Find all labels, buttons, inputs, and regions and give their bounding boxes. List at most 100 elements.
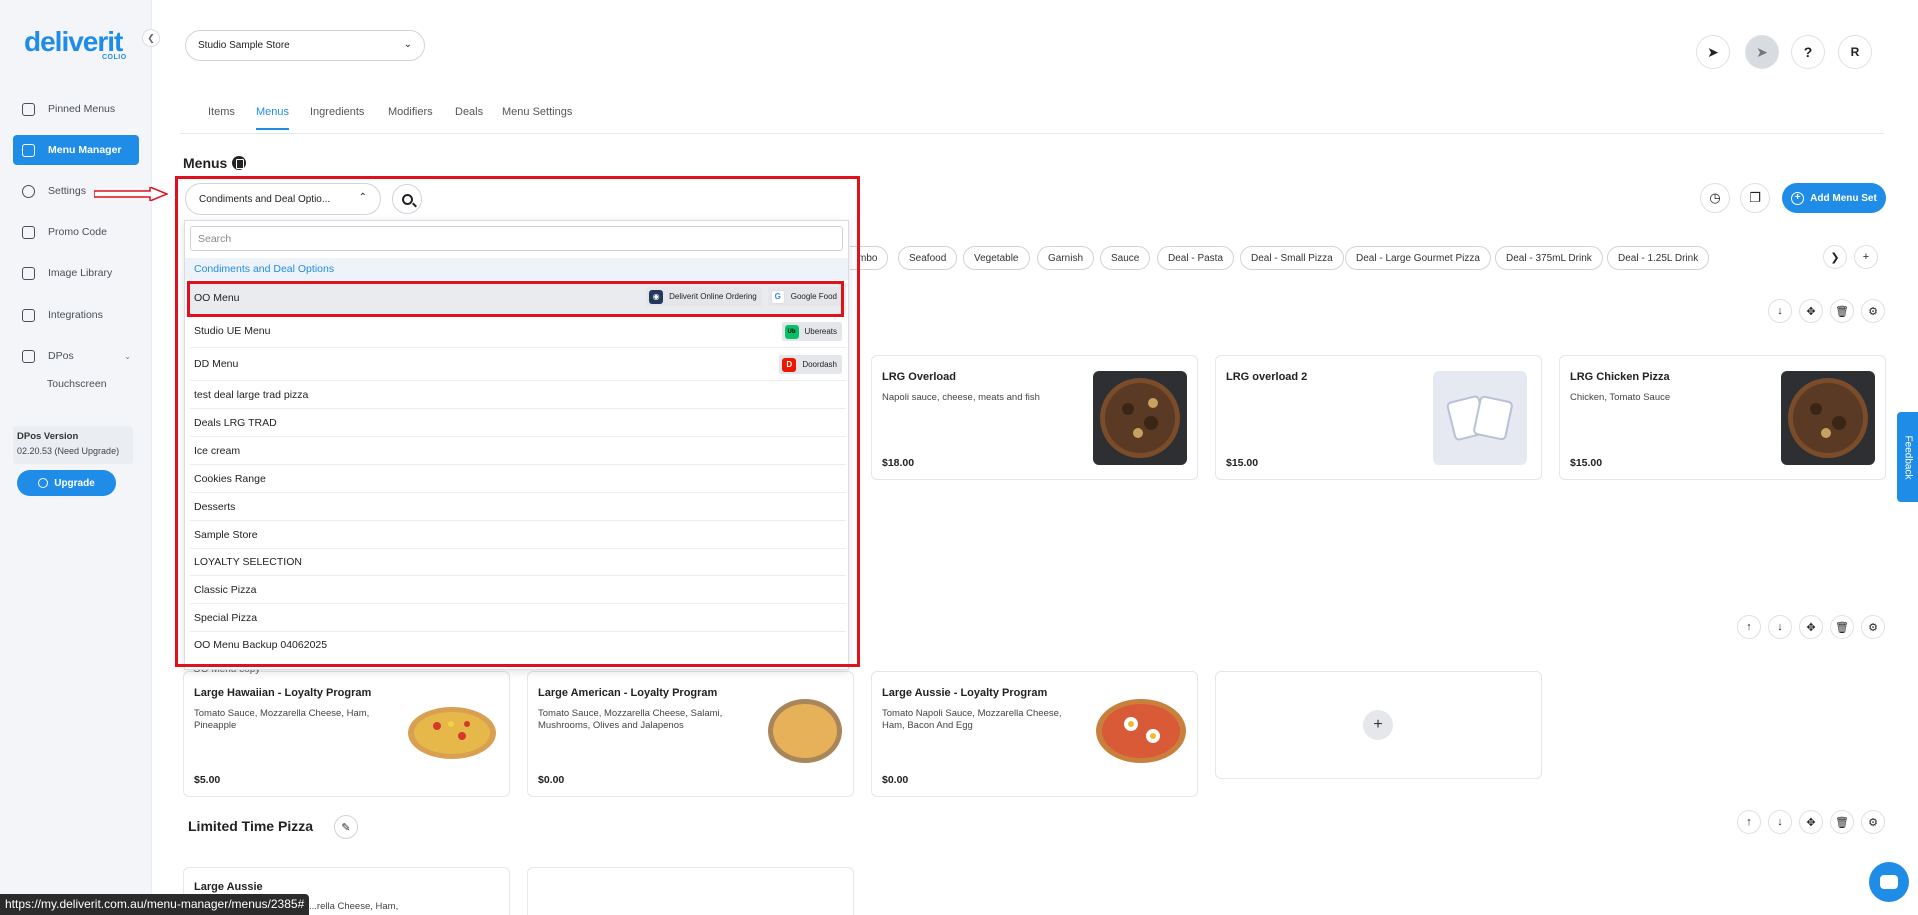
category-chip[interactable]: Sauce (1100, 246, 1151, 270)
version-value: 02.20.53 (Need Upgrade) (17, 446, 120, 456)
gear-icon[interactable]: ⚙ (1861, 299, 1885, 323)
add-item-card[interactable] (527, 867, 854, 915)
card-description: ...rella Cheese, Ham, (309, 901, 399, 912)
trash-icon[interactable]: 🗑 (1830, 810, 1854, 834)
category-chip[interactable]: Deal - 1.25L Drink (1607, 246, 1710, 270)
sidebar-item-touchscreen[interactable]: Touchscreen (47, 378, 107, 390)
move-up-icon[interactable]: ↑ (1737, 615, 1761, 639)
dropdown-option[interactable]: Sample Store (190, 521, 846, 549)
sidebar-item-pinned-menus[interactable]: Pinned Menus (13, 94, 139, 124)
menu-select[interactable]: Condiments and Deal Optio... ⌃ (185, 183, 381, 215)
integration-badges: ◉ Deliverit Online Ordering G Google Food (646, 287, 842, 306)
menu-item-card[interactable]: Large Hawaiian - Loyalty Program Tomato … (183, 671, 510, 797)
dropdown-option-studio-ue-menu[interactable]: Studio UE Menu Ub Ubereats (190, 315, 846, 348)
category-chip[interactable]: Deal - Small Pizza (1240, 246, 1344, 270)
gear-icon (22, 184, 35, 198)
badge-label: Ubereats (804, 327, 837, 336)
move-icon[interactable]: ✥ (1799, 299, 1823, 323)
upgrade-icon (38, 478, 49, 488)
dropdown-option[interactable]: Ice cream (190, 437, 846, 465)
add-menu-set-button[interactable]: + Add Menu Set (1782, 183, 1886, 213)
sidebar-collapse-button[interactable]: ❮ (142, 29, 160, 47)
category-chip[interactable]: Seafood (898, 246, 958, 270)
tab-items[interactable]: Items (208, 106, 235, 128)
search-button[interactable] (392, 184, 422, 214)
gear-icon[interactable]: ⚙ (1861, 615, 1885, 639)
avatar[interactable]: R (1838, 35, 1872, 69)
card-title: LRG Chicken Pizza (1570, 371, 1670, 383)
sidebar-item-menu-manager[interactable]: Menu Manager (13, 135, 139, 165)
bookmark-icon[interactable] (232, 156, 247, 170)
move-down-icon[interactable]: ↓ (1768, 299, 1792, 323)
help-button[interactable]: ? (1791, 35, 1825, 69)
move-icon[interactable]: ✥ (1799, 810, 1823, 834)
card-price: $5.00 (194, 774, 221, 786)
dropdown-option[interactable]: Classic Pizza (190, 576, 846, 604)
copy-icon[interactable]: ❐ (1740, 183, 1770, 213)
chevron-right-icon[interactable]: ❯ (1823, 245, 1847, 269)
trash-icon[interactable]: 🗑 (1830, 615, 1854, 639)
tab-ingredients[interactable]: Ingredients (310, 106, 364, 128)
category-chip[interactable]: Garnish (1037, 246, 1095, 270)
sidebar-item-promo-code[interactable]: Promo Code (13, 217, 139, 247)
image-icon (22, 266, 35, 280)
history-icon[interactable]: ◷ (1700, 183, 1730, 213)
pencil-icon[interactable]: ✎ (334, 815, 358, 839)
dropdown-option[interactable]: test deal large trad pizza (190, 381, 846, 409)
menu-search-input[interactable] (190, 226, 843, 251)
menu-item-card[interactable]: LRG overload 2 $15.00 (1215, 355, 1542, 480)
option-label: DD Menu (194, 358, 239, 370)
tab-menu-settings[interactable]: Menu Settings (502, 106, 572, 128)
store-select[interactable]: Studio Sample Store ⌄ (185, 30, 425, 61)
tab-modifiers[interactable]: Modifiers (388, 106, 433, 128)
gear-icon[interactable]: ⚙ (1861, 810, 1885, 834)
dropdown-option-dd-menu[interactable]: DD Menu D Doordash (190, 348, 846, 381)
upgrade-button[interactable]: Upgrade (17, 470, 116, 496)
launch-icon[interactable]: ➤ (1745, 35, 1779, 69)
menu-manager-tabs: Items Menus Ingredients Modifiers Deals … (180, 104, 1884, 134)
move-down-icon[interactable]: ↓ (1768, 615, 1792, 639)
add-category-button[interactable]: + (1854, 245, 1878, 269)
sidebar-item-dpos[interactable]: DPos ⌄ (13, 341, 139, 371)
card-description: Tomato Napoli Sauce, Mozzarella Cheese, … (882, 708, 1062, 731)
sidebar-item-label: DPos (48, 350, 74, 362)
chevron-down-icon: ⌄ (403, 39, 412, 50)
card-title: Large Aussie - Loyalty Program (882, 687, 1048, 699)
dropdown-option-oo-menu[interactable]: OO Menu ◉ Deliverit Online Ordering G Goog… (190, 283, 846, 314)
move-down-icon[interactable]: ↓ (1768, 810, 1792, 834)
dropdown-option[interactable]: Special Pizza (190, 604, 846, 632)
category-chip[interactable]: Deal - 375mL Drink (1495, 246, 1603, 270)
sidebar-item-integrations[interactable]: Integrations (13, 300, 139, 330)
plus-icon[interactable]: + (1363, 710, 1393, 740)
card-price: $0.00 (882, 774, 909, 786)
category-chip[interactable]: mbo (850, 246, 889, 270)
feedback-tab[interactable]: Feedback (1897, 412, 1918, 502)
tab-deals[interactable]: Deals (455, 106, 483, 128)
move-icon[interactable]: ✥ (1799, 615, 1823, 639)
dropdown-option[interactable]: Desserts (190, 493, 846, 521)
add-item-card[interactable]: + (1215, 671, 1542, 779)
pizza-image (1093, 371, 1187, 465)
menu-item-card[interactable]: LRG Overload Napoli sauce, cheese, meats… (871, 355, 1198, 480)
add-menu-set-label: Add Menu Set (1810, 192, 1877, 204)
category-chip[interactable]: Deal - Pasta (1157, 246, 1235, 270)
tab-menus[interactable]: Menus (256, 106, 290, 130)
card-price: $15.00 (1570, 457, 1603, 469)
dropdown-group-header[interactable]: Condiments and Deal Options (185, 258, 848, 280)
menu-item-card[interactable]: Large Aussie - Loyalty Program Tomato Na… (871, 671, 1198, 797)
chat-button[interactable] (1869, 862, 1909, 902)
dropdown-option[interactable]: OO Menu Backup 04062025 (190, 632, 846, 658)
category-chip[interactable]: Deal - Large Gourmet Pizza (1345, 246, 1491, 270)
dropdown-option[interactable]: Deals LRG TRAD (190, 409, 846, 437)
trash-icon[interactable]: 🗑 (1830, 299, 1854, 323)
dropdown-option[interactable]: Cookies Range (190, 465, 846, 493)
sidebar-item-image-library[interactable]: Image Library (13, 258, 139, 288)
category-chip[interactable]: Vegetable (963, 246, 1030, 270)
move-up-icon[interactable]: ↑ (1737, 810, 1761, 834)
menu-item-card[interactable]: Large American - Loyalty Program Tomato … (527, 671, 854, 797)
dropdown-option[interactable]: LOYALTY SELECTION (190, 549, 846, 576)
rocket-icon[interactable]: ➤ (1696, 35, 1730, 69)
menu-item-card[interactable]: LRG Chicken Pizza Chicken, Tomato Sauce … (1559, 355, 1886, 480)
card-title: Large Aussie (194, 881, 263, 893)
integration-badges: D Doordash (779, 355, 842, 374)
